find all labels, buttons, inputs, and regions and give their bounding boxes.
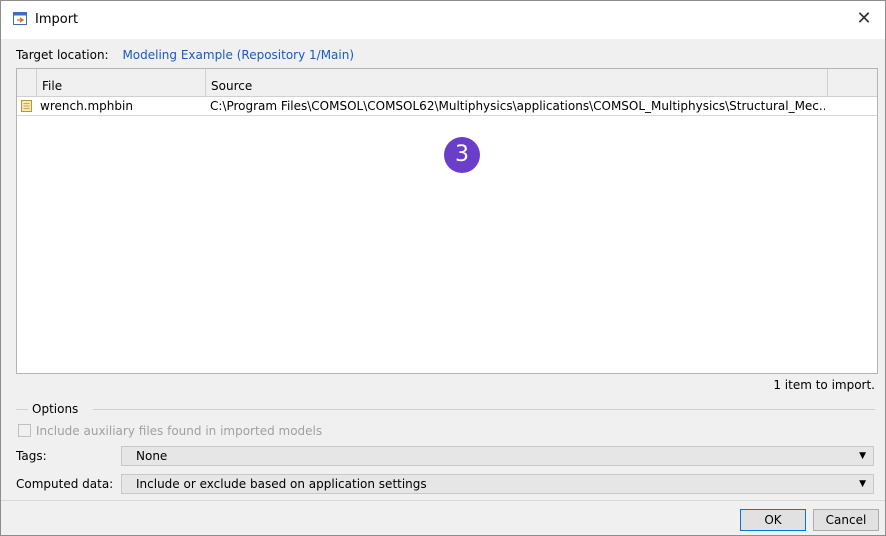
computed-data-select[interactable]: Include or exclude based on application … bbox=[121, 474, 874, 494]
close-button[interactable]: ✕ bbox=[849, 5, 879, 33]
include-aux-files-label: Include auxiliary files found in importe… bbox=[36, 424, 323, 438]
target-location-label: Target location: bbox=[16, 48, 109, 62]
table-row[interactable]: wrench.mphbin C:\Program Files\COMSOL\CO… bbox=[17, 97, 877, 116]
tags-select[interactable]: None ▼ bbox=[121, 446, 874, 466]
import-table: File Source wrench.mphbin C:\Program Fil… bbox=[16, 68, 878, 374]
title-bar: Import ✕ bbox=[1, 1, 885, 39]
column-header-source[interactable]: Source bbox=[206, 69, 828, 96]
computed-data-label: Computed data: bbox=[16, 477, 114, 491]
cancel-button[interactable]: Cancel bbox=[813, 509, 879, 531]
options-legend: Options bbox=[32, 402, 79, 416]
column-header-file[interactable]: File bbox=[37, 69, 206, 96]
tags-select-value: None bbox=[136, 449, 168, 463]
close-icon: ✕ bbox=[856, 8, 872, 29]
import-count: 1 item to import. bbox=[773, 378, 875, 392]
options-divider-left bbox=[16, 409, 28, 410]
file-icon bbox=[21, 100, 32, 112]
include-aux-files-checkbox[interactable] bbox=[18, 424, 31, 437]
chevron-down-icon: ▼ bbox=[859, 451, 866, 461]
target-location-link[interactable]: Modeling Example (Repository 1/Main) bbox=[122, 48, 354, 62]
header-icon-column bbox=[17, 69, 37, 96]
table-header: File Source bbox=[17, 69, 877, 97]
import-dialog: Import ✕ Target location: Modeling Examp… bbox=[0, 0, 886, 536]
computed-data-select-value: Include or exclude based on application … bbox=[136, 477, 427, 491]
column-header-source-label: Source bbox=[211, 79, 253, 93]
target-location-row: Target location: Modeling Example (Repos… bbox=[16, 48, 354, 64]
window-title: Import bbox=[35, 12, 79, 27]
step-badge: 3 bbox=[444, 137, 480, 173]
import-icon bbox=[13, 12, 27, 25]
source-cell: C:\Program Files\COMSOL\COMSOL62\Multiph… bbox=[210, 99, 825, 113]
file-cell: wrench.mphbin bbox=[40, 99, 133, 113]
button-bar-separator bbox=[1, 500, 885, 501]
chevron-down-icon: ▼ bbox=[859, 479, 866, 489]
include-aux-files-option[interactable]: Include auxiliary files found in importe… bbox=[18, 424, 322, 438]
options-divider-right bbox=[93, 409, 875, 410]
ok-button[interactable]: OK bbox=[740, 509, 806, 531]
tags-label: Tags: bbox=[16, 449, 47, 463]
column-header-file-label: File bbox=[42, 79, 63, 93]
